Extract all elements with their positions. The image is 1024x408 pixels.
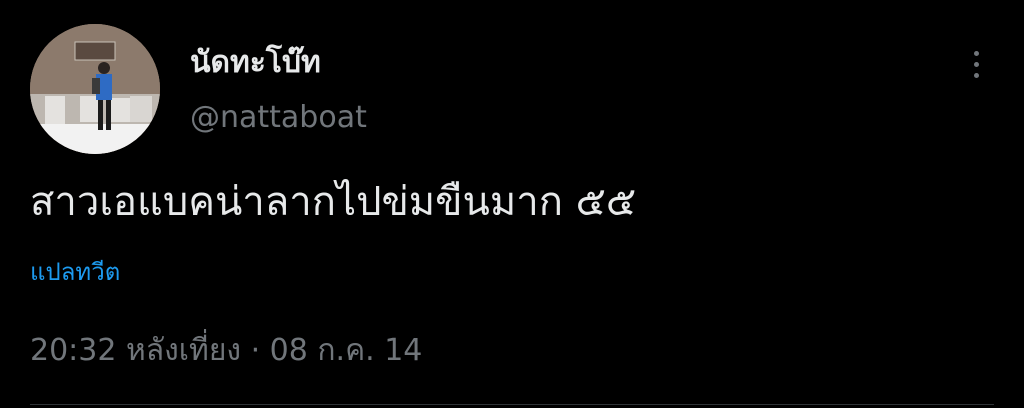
tweet-card: นัดทะโบ๊ท @nattaboat สาวเอแบคน่าลากไปข่ม… (0, 0, 1024, 408)
user-handle[interactable]: @nattaboat (190, 103, 367, 133)
more-options-button[interactable] (956, 42, 996, 86)
display-name[interactable]: นัดทะโบ๊ท (190, 48, 321, 78)
more-vertical-icon-dot (973, 72, 979, 78)
tweet-text: สาวเอแบคน่าลากไปข่มขืนมาก ๕๕ (30, 179, 637, 225)
divider (30, 404, 994, 405)
translate-tweet-link[interactable]: แปลทวีต (30, 258, 120, 287)
more-vertical-icon (973, 50, 979, 56)
avatar[interactable] (30, 24, 160, 154)
avatar-photo (30, 24, 160, 154)
more-vertical-icon-dot (973, 61, 979, 67)
tweet-timestamp[interactable]: 20:32 หลังเที่ยง · 08 ก.ค. 14 (30, 333, 422, 369)
